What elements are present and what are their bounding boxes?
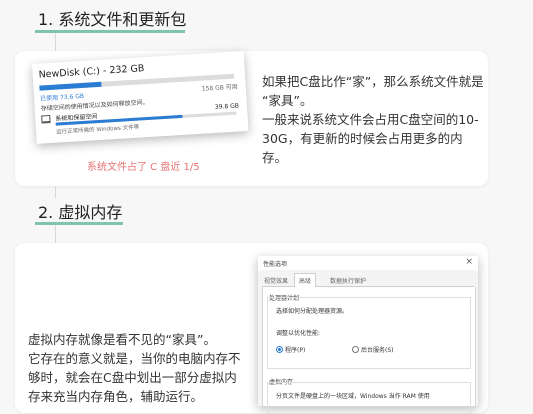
system-files-size: 39.8 GB [214,102,240,111]
radio-background-services-label: 后台服务(S) [361,347,394,354]
section1-text-line: “家具”。 [262,93,313,108]
disk-usage-fill [39,81,102,91]
section2-text: 虚拟内存就像是看不见的“家具”。 它存在的意义就是，当你的电脑内存不 够时，就会… [28,330,253,406]
tab-advanced[interactable]: 高级 [294,273,317,287]
section1-text-line: 一般来说系统文件会占用C盘空间的10- [262,112,479,127]
section-heading-1: 1. 系统文件和更新包 [38,10,187,29]
dialog-panel: 处理器计划 选择如何分配处理器资源。 调整以优化性能: 程序(P) 后台服务(S… [262,287,476,414]
heading-underline-2 [35,222,123,225]
disk-usage-screenshot: NewDisk (C:) - 232 GB 已使用 73.6 GB 158 GB… [32,51,249,144]
performance-options-dialog: 性能选项 × 视觉效果 高级 数据执行保护 处理器计划 选择如何分配处理器资源。… [258,256,478,414]
dialog-title: 性能选项 [263,261,288,268]
processor-scheduling-desc: 选择如何分配处理器资源。 [276,308,349,315]
heading-underline-1 [35,30,185,33]
processor-scheduling-group: 选择如何分配处理器资源。 调整以优化性能: 程序(P) 后台服务(S) [267,297,471,369]
close-icon[interactable]: × [465,257,473,267]
timeline-line [55,225,56,243]
disk-title: NewDisk (C:) - 232 GB [38,63,145,81]
section2-text-line: 它存在的意义就是，当你的电脑内存不 [28,351,241,366]
section2-text-line: 虚拟内存就像是看不见的“家具”。 [28,332,216,347]
section2-text-line: 够时，就会在C盘中划出一部分虚拟内 [28,370,237,385]
virtual-memory-desc: 分页文件是硬盘上的一块区域，Windows 当作 RAM 使用 [276,393,430,400]
timeline-line [55,186,56,198]
timeline-line [55,33,56,51]
screenshot-caption-1: 系统文件占了 C 盘近 1/5 [87,162,200,173]
tab-data-execution-prevention[interactable]: 数据执行保护 [330,276,366,285]
adjust-performance-label: 调整以优化性能: [276,330,321,337]
section1-text: 如果把C盘比作“家”，那么系统文件就是 “家具”。 一般来说系统文件会占用C盘空… [262,72,484,167]
radio-programs-label: 程序(P) [285,347,306,354]
section2-text-line: 存来充当内存角色，辅助运行。 [28,389,204,404]
section1-text-line: 如果把C盘比作“家”，那么系统文件就是 [262,74,484,89]
section1-text-line: 存。 [262,150,288,165]
dialog-tabs: 视觉效果 高级 数据执行保护 [262,273,474,287]
section-heading-2: 2. 虚拟内存 [38,203,123,222]
section1-text-line: 30G，有更新的时候会占用更多的内 [262,131,463,146]
virtual-memory-group: 分页文件是硬盘上的一块区域，Windows 当作 RAM 使用 [267,382,471,414]
radio-programs[interactable] [276,346,283,353]
free-space-label: 158 GB 可用 [201,83,239,93]
system-files-icon [41,114,51,124]
tab-visual-effects[interactable]: 视觉效果 [264,276,288,285]
dialog-titlebar: 性能选项 × [258,256,478,270]
radio-background-services[interactable] [352,346,359,353]
